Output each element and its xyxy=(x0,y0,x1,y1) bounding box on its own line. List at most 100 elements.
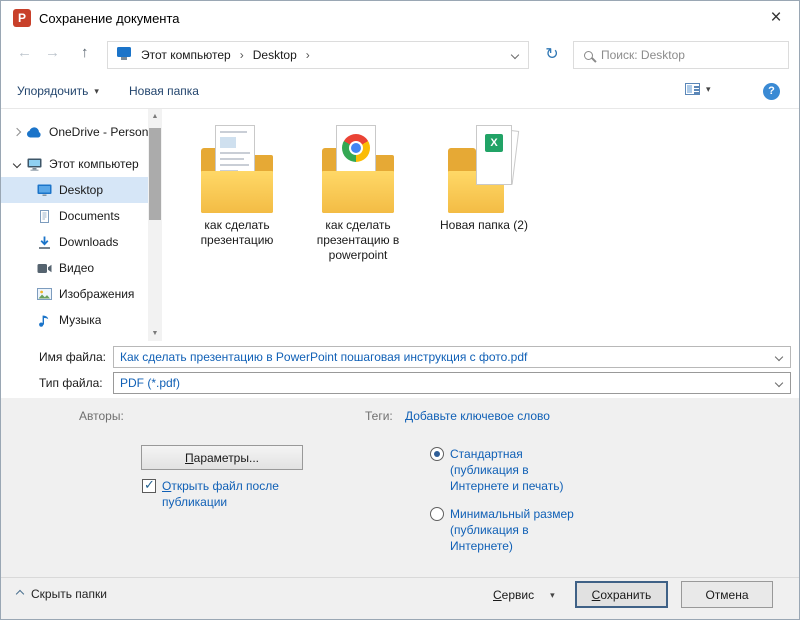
tools-label: Сервис xyxy=(493,588,535,602)
file-tile-presentation-folder[interactable]: как сделать презентацию xyxy=(182,125,292,248)
footer-divider xyxy=(1,577,799,578)
navigation-bar: ← → ↑ Этот компьютер › Desktop › ↻ xyxy=(1,35,799,75)
sidebar-item-pictures[interactable]: Изображения xyxy=(1,281,149,307)
filename-combobox xyxy=(113,346,791,368)
sidebar-item-label: Изображения xyxy=(59,287,135,301)
scroll-down-icon[interactable]: ▼ xyxy=(148,326,162,341)
hide-folders-button[interactable]: Скрыть папки xyxy=(15,587,107,601)
sidebar-item-label: Видео xyxy=(59,261,95,275)
file-name: как сделать презентацию xyxy=(200,218,274,247)
chevron-down-icon[interactable] xyxy=(774,352,784,362)
radio-button xyxy=(430,507,444,521)
file-name: как сделать презентацию в powerpoint xyxy=(316,218,400,262)
add-tag-link[interactable]: Добавьте ключевое слово xyxy=(405,409,550,423)
sidebar-item-label: Documents xyxy=(59,209,120,223)
sidebar-item-label: Музыка xyxy=(59,313,102,327)
authors-label: Авторы: xyxy=(79,409,124,423)
radio-minimum-size[interactable]: Минимальный размер (публикация в Интерне… xyxy=(430,506,588,554)
downloads-icon xyxy=(35,236,53,249)
address-dropdown-chevron-icon[interactable] xyxy=(510,50,520,60)
refresh-icon[interactable]: ↻ xyxy=(537,41,567,69)
excel-icon: X xyxy=(485,134,503,152)
forward-icon[interactable]: → xyxy=(45,44,60,61)
breadcrumb-desktop[interactable]: Desktop xyxy=(248,48,302,62)
change-view-button[interactable]: ▾ xyxy=(685,83,711,95)
title-bar: P Сохранение документа × xyxy=(1,1,799,35)
sidebar-item-this-pc[interactable]: Этот компьютер xyxy=(1,151,149,177)
filetype-select[interactable]: PDF (*.pdf) xyxy=(113,372,791,394)
this-pc-icon xyxy=(112,47,136,63)
help-icon[interactable]: ? xyxy=(763,83,780,100)
window-title: Сохранение документа xyxy=(39,11,180,26)
filename-input[interactable] xyxy=(114,347,776,367)
radio-label: Минимальный размер (публикация в Интерне… xyxy=(450,507,574,553)
folder-with-document-icon xyxy=(197,125,277,215)
sidebar-item-label: OneDrive - Person xyxy=(49,125,149,139)
desktop-monitor-icon xyxy=(35,184,53,197)
new-folder-label: Новая папка xyxy=(129,84,199,98)
breadcrumb-separator-icon[interactable]: › xyxy=(302,48,314,62)
chevron-up-icon xyxy=(15,589,25,599)
sidebar-item-label: Этот компьютер xyxy=(49,157,139,171)
search-box xyxy=(573,41,789,69)
scrollbar-thumb[interactable] xyxy=(149,128,161,220)
expand-chevron-icon[interactable] xyxy=(9,127,25,137)
navigation-pane: OneDrive - Person Этот компьютер Desktop… xyxy=(1,109,163,341)
sidebar-item-music[interactable]: Музыка xyxy=(1,307,149,333)
checkbox-box: ✓ xyxy=(142,477,156,493)
hide-folders-label: Скрыть папки xyxy=(31,587,107,601)
radio-standard-quality[interactable]: Стандартная (публикация в Интернете и пе… xyxy=(430,446,588,494)
close-icon[interactable]: × xyxy=(763,5,789,31)
radio-label: Стандартная (публикация в Интернете и пе… xyxy=(450,447,564,493)
save-dialog-window: P Сохранение документа × ← → ↑ Этот комп… xyxy=(0,0,800,620)
cancel-button[interactable]: Отмена xyxy=(681,581,773,608)
filetype-value: PDF (*.pdf) xyxy=(120,376,181,390)
onedrive-cloud-icon xyxy=(25,126,43,138)
sidebar-item-documents[interactable]: Documents xyxy=(1,203,149,229)
tags-label: Теги: xyxy=(365,409,393,423)
view-mode-icon xyxy=(685,83,700,95)
documents-icon xyxy=(35,209,53,223)
pictures-icon xyxy=(35,288,53,300)
open-after-publish-checkbox[interactable]: ✓ Открыть файл после публикации xyxy=(142,477,307,510)
sidebar-scrollbar[interactable]: ▲ ▼ xyxy=(148,109,162,341)
sidebar-item-downloads[interactable]: Downloads xyxy=(1,229,149,255)
save-button[interactable]: Сохранить xyxy=(575,581,668,608)
sidebar-item-videos[interactable]: Видео xyxy=(1,255,149,281)
breadcrumb: Этот компьютер › Desktop › xyxy=(107,41,529,69)
file-tile-powerpoint-folder[interactable]: как сделать презентацию в powerpoint xyxy=(303,125,413,263)
tools-dropdown[interactable]: Сервис ▾ xyxy=(493,588,555,602)
sidebar-item-onedrive[interactable]: OneDrive - Person xyxy=(1,119,149,145)
folder-with-excel-file-icon: X xyxy=(444,125,524,215)
breadcrumb-this-pc[interactable]: Этот компьютер xyxy=(136,48,236,62)
file-name: Новая папка (2) xyxy=(440,218,528,232)
breadcrumb-separator-icon[interactable]: › xyxy=(236,48,248,62)
search-icon xyxy=(584,50,593,60)
filetype-label: Тип файла: xyxy=(39,376,103,390)
up-icon[interactable]: ↑ xyxy=(81,44,89,61)
folder-with-chrome-file-icon xyxy=(318,125,398,215)
dropdown-triangle-icon: ▾ xyxy=(706,83,711,94)
computer-icon xyxy=(25,158,43,171)
powerpoint-app-icon: P xyxy=(13,9,31,27)
search-input[interactable] xyxy=(601,42,788,68)
file-tile-new-folder-2[interactable]: X Новая папка (2) xyxy=(429,125,539,233)
organize-label: Упорядочить xyxy=(17,84,89,98)
new-folder-button[interactable]: Новая папка xyxy=(129,84,199,98)
filename-label: Имя файла: xyxy=(39,350,106,364)
dropdown-triangle-icon: ▾ xyxy=(550,589,555,600)
command-toolbar: Упорядочить ▾ Новая папка ▾ ? xyxy=(1,75,799,109)
options-button[interactable]: Параметры... xyxy=(141,445,303,470)
collapse-chevron-icon[interactable] xyxy=(9,159,25,169)
sidebar-item-label: Desktop xyxy=(59,183,104,197)
checkbox-label: Открыть файл после публикации xyxy=(162,479,279,509)
chevron-down-icon xyxy=(774,378,784,388)
videos-icon xyxy=(35,263,53,274)
sidebar-item-desktop[interactable]: Desktop xyxy=(1,177,149,203)
dropdown-triangle-icon: ▾ xyxy=(94,85,99,96)
back-icon[interactable]: ← xyxy=(17,44,32,61)
file-list-area: как сделать презентацию как сделать през… xyxy=(163,109,799,341)
sidebar-item-label: Downloads xyxy=(59,235,119,249)
scroll-up-icon[interactable]: ▲ xyxy=(148,109,162,124)
organize-button[interactable]: Упорядочить ▾ xyxy=(17,84,99,98)
